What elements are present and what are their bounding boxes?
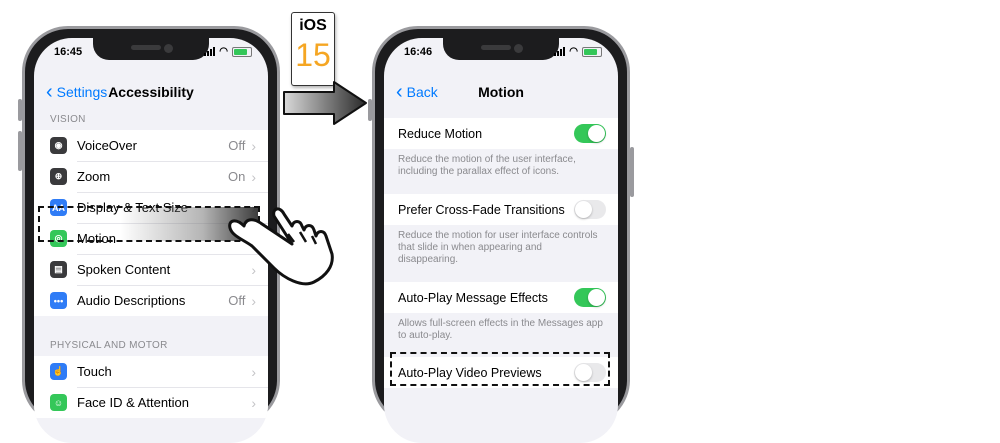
chevron-right-icon: › (251, 363, 256, 380)
list-item-value: On (227, 169, 246, 184)
status-time: 16:45 (54, 46, 83, 58)
list-item-touch[interactable]: ☝ Touch › (34, 356, 268, 387)
video-previews-highlight-box (390, 352, 610, 386)
wifi-icon: ◠ (569, 46, 578, 57)
phone-side-button (630, 147, 634, 197)
arrow-right-icon (283, 81, 367, 125)
status-bar: 16:46 ◠ (384, 46, 618, 62)
cross-fade-toggle[interactable] (574, 200, 606, 219)
list-item-label: Spoken Content (77, 262, 171, 277)
audio-descriptions-icon: ••• (50, 292, 67, 309)
message-effects-toggle[interactable] (574, 288, 606, 307)
chevron-right-icon: › (251, 394, 256, 411)
battery-icon (232, 46, 252, 57)
voiceover-icon: ◉ (50, 137, 67, 154)
chevron-right-icon: › (251, 137, 256, 154)
ios-version-badge: iOS 15 (291, 12, 335, 86)
list-item-label: Zoom (77, 169, 111, 184)
setting-row-cross-fade[interactable]: Prefer Cross-Fade Transitions (384, 194, 618, 225)
hand-pointer-icon (228, 207, 334, 286)
setting-description: Reduce the motion for user interface con… (398, 230, 598, 265)
status-time: 16:46 (404, 46, 433, 58)
signal-icon (204, 47, 216, 56)
phone-side-button (18, 99, 22, 121)
section-header-vision: VISION (50, 114, 86, 125)
phone-side-button (18, 131, 22, 171)
reduce-motion-toggle[interactable] (574, 124, 606, 143)
setting-label: Prefer Cross-Fade Transitions (398, 202, 565, 217)
battery-icon (582, 46, 602, 57)
spoken-content-icon: ▤ (50, 261, 67, 278)
setting-row-reduce-motion[interactable]: Reduce Motion (384, 118, 618, 149)
face-id-icon: ☺ (50, 394, 67, 411)
list-item-label: Audio Descriptions (77, 293, 186, 308)
setting-label: Auto-Play Message Effects (398, 290, 548, 305)
signal-icon (554, 47, 566, 56)
phone-side-button (368, 99, 372, 121)
nav-bar: ‹ Settings Accessibility (34, 74, 268, 110)
badge-os-label: iOS (299, 17, 327, 34)
list-item-label: VoiceOver (77, 138, 137, 153)
setting-row-message-effects[interactable]: Auto-Play Message Effects (384, 282, 618, 313)
physical-list: ☝ Touch › ☺ Face ID & Attention › (34, 356, 268, 418)
page-title: Motion (478, 84, 524, 100)
touch-icon: ☝ (50, 363, 67, 380)
list-item-voiceover[interactable]: ◉ VoiceOver Off › (34, 130, 268, 161)
section-header-physical-motor: PHYSICAL AND MOTOR (50, 340, 168, 351)
zoom-icon: ⊕ (50, 168, 67, 185)
status-bar: 16:45 ◠ (34, 46, 268, 62)
nav-bar: ‹ Back Motion (384, 74, 618, 110)
wifi-icon: ◠ (219, 46, 228, 57)
list-item-value: Off (228, 138, 246, 153)
list-item-label: Touch (77, 364, 112, 379)
badge-version-number: 15 (295, 37, 331, 73)
setting-description: Reduce the motion of the user interface,… (398, 154, 576, 177)
list-item-zoom[interactable]: ⊕ Zoom On › (34, 161, 268, 192)
page-title: Accessibility (108, 84, 194, 100)
chevron-right-icon: › (251, 168, 256, 185)
setting-label: Reduce Motion (398, 126, 483, 141)
setting-description: Allows full-screen effects in the Messag… (398, 318, 603, 341)
list-item-face-id-attention[interactable]: ☺ Face ID & Attention › (34, 387, 268, 418)
